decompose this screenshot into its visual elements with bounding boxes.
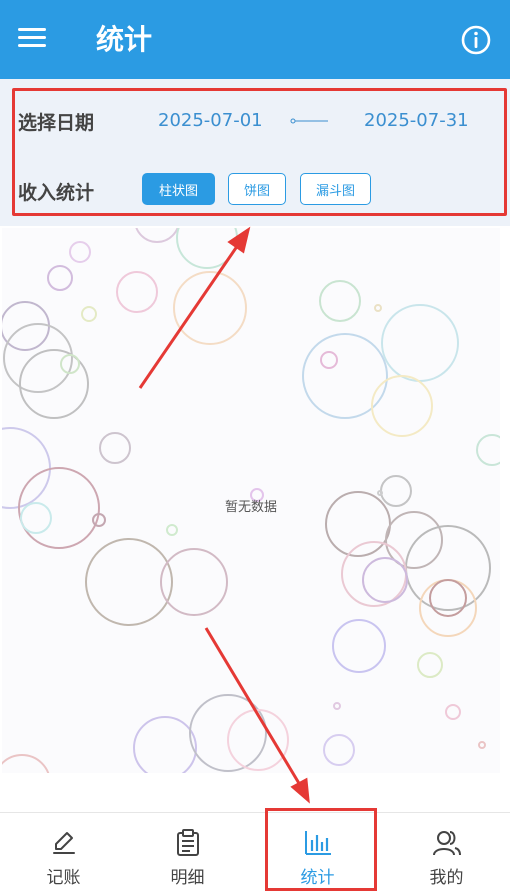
tab-label: 明细 xyxy=(170,868,205,888)
page-title: 统计 xyxy=(96,23,153,56)
tab-label: 统计 xyxy=(300,868,335,888)
bar-chart-icon xyxy=(304,831,331,855)
users-icon xyxy=(432,831,461,856)
app-header: 统计 xyxy=(0,0,510,79)
chart-type-pie-button[interactable]: 饼图 xyxy=(228,173,286,205)
start-date-picker[interactable]: 2025-07-01 xyxy=(158,110,263,131)
hamburger-menu-icon[interactable] xyxy=(18,25,48,51)
tab-label: 我的 xyxy=(429,868,464,888)
arrow-head-down-icon xyxy=(290,777,310,804)
tab-label: 记账 xyxy=(46,868,81,888)
tab-details[interactable]: 明细 xyxy=(124,813,251,894)
pen-icon xyxy=(52,832,75,854)
empty-state-text: 暂无数据 xyxy=(224,500,277,515)
chart-type-bar-button[interactable]: 柱状图 xyxy=(142,173,215,205)
chart-area: 暂无数据 xyxy=(2,228,500,773)
tab-profile[interactable]: 我的 xyxy=(383,813,510,894)
income-stats-label: 收入统计 xyxy=(18,182,95,204)
info-icon[interactable] xyxy=(460,24,492,56)
end-date-picker[interactable]: 2025-07-31 xyxy=(364,110,469,131)
tab-statistics[interactable]: 统计 xyxy=(254,813,381,894)
chart-type-funnel-button[interactable]: 漏斗图 xyxy=(300,173,371,205)
tab-bookkeeping[interactable]: 记账 xyxy=(0,813,127,894)
date-label: 选择日期 xyxy=(18,112,95,134)
clipboard-icon xyxy=(176,829,199,856)
date-range-separator-icon xyxy=(290,118,328,124)
bottom-tab-bar: 记账 明细 统计 我的 xyxy=(0,812,510,894)
